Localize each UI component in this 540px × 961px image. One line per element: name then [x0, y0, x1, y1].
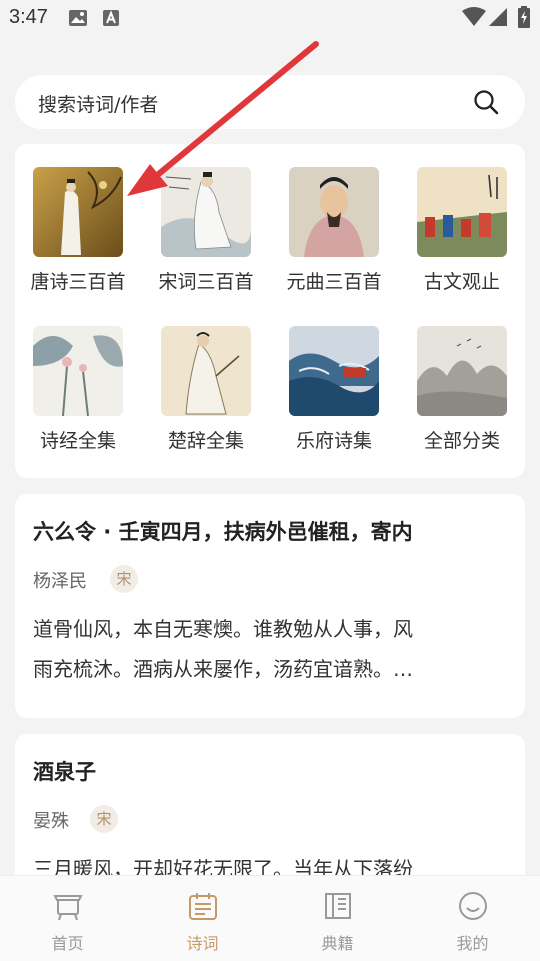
category-tang-poems[interactable]: 唐诗三百首 — [18, 167, 138, 317]
poem-content: 道骨仙风，本自无寒燠。谁教勉从人事，风 雨充梳沐。酒病从来屡作，汤药宜谙熟。… — [33, 609, 507, 689]
search-input[interactable]: 搜索诗词/作者 — [15, 75, 525, 129]
wifi-icon — [462, 7, 486, 31]
category-label: 宋词三百首 — [158, 271, 254, 293]
category-label: 诗经全集 — [39, 430, 116, 452]
category-yuefu[interactable]: 乐府诗集 — [274, 326, 394, 476]
nav-label: 我的 — [456, 934, 489, 953]
nav-poems[interactable]: 诗词 — [135, 876, 270, 961]
guwen-thumbnail — [417, 167, 507, 257]
poem-line: 道骨仙风，本自无寒燠。谁教勉从人事，风 — [33, 617, 413, 641]
category-guwen[interactable]: 古文观止 — [402, 167, 522, 317]
dynasty-badge: 宋 — [90, 805, 118, 833]
poem-card[interactable]: 六么令 · 壬寅四月，扶病外邑催租，寄内 杨泽民 宋 道骨仙风，本自无寒燠。谁教… — [15, 494, 525, 718]
dynasty-badge: 宋 — [110, 565, 138, 593]
poem-card[interactable]: 酒泉子 晏殊 宋 三月暖风，开却好花无限了。当年从下落纷 — [15, 734, 525, 894]
yuan-qu-thumbnail — [289, 167, 379, 257]
bottom-nav: 首页 诗词 典籍 我的 — [0, 875, 540, 961]
nav-profile[interactable]: 我的 — [405, 876, 540, 961]
nav-home[interactable]: 首页 — [0, 876, 135, 961]
font-icon — [102, 9, 120, 31]
calendar-icon — [187, 890, 219, 926]
category-label: 唐诗三百首 — [30, 271, 126, 293]
poem-author: 杨泽民 — [33, 571, 87, 592]
poem-title: 酒泉子 — [33, 760, 96, 784]
gallery-icon — [68, 9, 88, 31]
category-label: 全部分类 — [423, 430, 500, 452]
category-label: 楚辞全集 — [167, 430, 244, 452]
poem-title: 六么令 · 壬寅四月，扶病外邑催租，寄内 — [33, 520, 413, 544]
poem-line: 雨充梳沐。酒病从来屡作，汤药宜谙熟。… — [33, 657, 413, 681]
status-time: 3:47 — [9, 6, 48, 28]
category-grid: 唐诗三百首 宋词三百首 元曲三百首 古文观止 诗经全集 楚辞全集 乐府诗集 全部… — [15, 144, 525, 478]
signal-icon — [488, 7, 508, 31]
nav-label: 首页 — [51, 934, 84, 953]
search-icon[interactable] — [473, 89, 499, 119]
chuci-thumbnail — [161, 326, 251, 416]
nav-classics[interactable]: 典籍 — [270, 876, 405, 961]
search-placeholder: 搜索诗词/作者 — [38, 94, 159, 116]
category-song-ci[interactable]: 宋词三百首 — [146, 167, 266, 317]
nav-label: 典籍 — [321, 934, 354, 953]
category-label: 元曲三百首 — [286, 271, 382, 293]
shijing-thumbnail — [33, 326, 123, 416]
all-categories-thumbnail — [417, 326, 507, 416]
book-icon — [322, 890, 354, 926]
smile-icon — [457, 890, 489, 926]
song-ci-thumbnail — [161, 167, 251, 257]
battery-icon — [518, 6, 530, 32]
category-shijing[interactable]: 诗经全集 — [18, 326, 138, 476]
category-label: 乐府诗集 — [295, 430, 372, 452]
category-all[interactable]: 全部分类 — [402, 326, 522, 476]
home-icon — [52, 890, 84, 926]
category-yuan-qu[interactable]: 元曲三百首 — [274, 167, 394, 317]
yuefu-thumbnail — [289, 326, 379, 416]
poem-author: 晏殊 — [33, 811, 69, 832]
tang-poems-thumbnail — [33, 167, 123, 257]
category-label: 古文观止 — [423, 271, 500, 293]
nav-label: 诗词 — [186, 934, 219, 953]
category-chuci[interactable]: 楚辞全集 — [146, 326, 266, 476]
status-bar: 3:47 — [0, 0, 540, 36]
